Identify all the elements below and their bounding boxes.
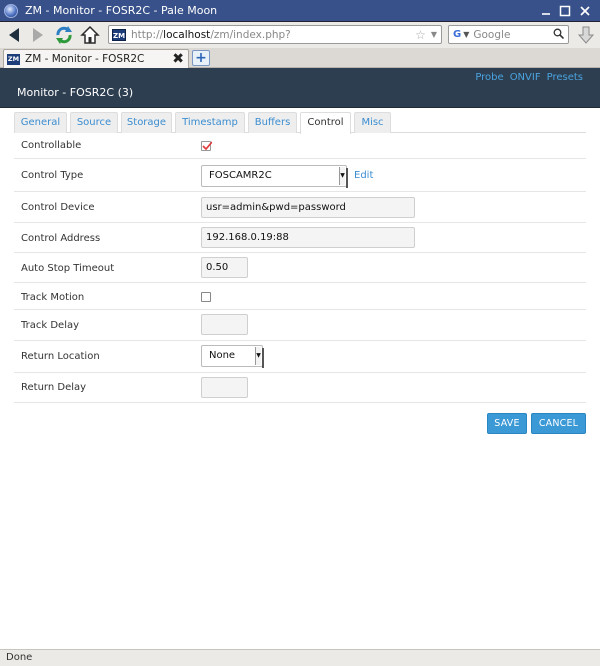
url-text[interactable]: http://localhost/zm/index.php? [131, 29, 415, 41]
control-device-input[interactable]: usr=admin&pwd=password [201, 197, 415, 218]
control-address-label: Control Address [21, 233, 101, 244]
row-control-address: Control Address 192.168.0.19:88 [14, 223, 586, 253]
home-icon[interactable] [80, 25, 100, 45]
controllable-checkbox[interactable] [201, 141, 212, 151]
select-shadow [346, 168, 348, 188]
control-type-select[interactable]: FOSCAMR2C ▼ [201, 165, 348, 188]
forward-icon[interactable] [28, 25, 48, 45]
tab-buffers[interactable]: Buffers [248, 112, 297, 133]
search-engine-dropdown-icon[interactable]: ▼ [463, 30, 469, 39]
back-icon[interactable] [4, 25, 24, 45]
save-button[interactable]: SAVE [487, 413, 527, 434]
browser-tabstrip: ZM ZM - Monitor - FOSR2C ✖ + [0, 48, 600, 68]
auto-stop-timeout-input[interactable]: 0.50 [201, 257, 248, 278]
tab-timestamp[interactable]: Timestamp [175, 112, 245, 133]
row-track-motion: Track Motion [14, 283, 586, 310]
return-delay-label: Return Delay [21, 382, 87, 393]
control-type-value: FOSCAMR2C [209, 170, 272, 181]
control-type-label: Control Type [21, 170, 84, 181]
search-bar[interactable]: G ▼ Google [448, 25, 569, 44]
url-bar[interactable]: ZM http://localhost/zm/index.php? ☆ ▼ [108, 25, 442, 44]
track-motion-label: Track Motion [21, 292, 85, 303]
onvif-link[interactable]: ONVIF [510, 72, 541, 83]
tab-title: ZM - Monitor - FOSR2C [25, 53, 145, 65]
page-header: Probe ONVIF Presets Monitor - FOSR2C (3) [0, 68, 600, 108]
header-links: Probe ONVIF Presets [475, 72, 583, 83]
probe-link[interactable]: Probe [475, 72, 503, 83]
return-location-select[interactable]: None ▼ [201, 345, 264, 368]
search-icon[interactable] [553, 28, 565, 42]
track-delay-label: Track Delay [21, 320, 80, 331]
checkmark-icon [202, 141, 212, 151]
row-control-device: Control Device usr=admin&pwd=password [14, 192, 586, 223]
tab-control[interactable]: Control [300, 112, 351, 134]
window-titlebar: ZM - Monitor - FOSR2C - Pale Moon [0, 0, 600, 22]
auto-stop-timeout-label: Auto Stop Timeout [21, 263, 115, 274]
browser-tab[interactable]: ZM ZM - Monitor - FOSR2C ✖ [3, 49, 189, 68]
row-controllable: Controllable [14, 133, 586, 159]
return-location-label: Return Location [21, 351, 100, 362]
maximize-icon[interactable] [557, 3, 573, 19]
tab-close-icon[interactable]: ✖ [172, 51, 184, 67]
monitor-tabs: General Source Storage Timestamp Buffers… [14, 112, 586, 134]
new-tab-button[interactable]: + [192, 50, 210, 66]
tab-storage[interactable]: Storage [121, 112, 172, 133]
tab-site-icon: ZM [7, 53, 20, 65]
pale-moon-icon [4, 3, 18, 18]
edit-control-link[interactable]: Edit [354, 170, 373, 181]
select-shadow [262, 348, 264, 368]
window-title: ZM - Monitor - FOSR2C - Pale Moon [25, 4, 218, 17]
presets-link[interactable]: Presets [547, 72, 583, 83]
chevron-down-icon: ▼ [255, 347, 261, 365]
minimize-icon[interactable] [538, 3, 554, 19]
return-location-value: None [209, 350, 236, 361]
url-dropdown-icon[interactable]: ▼ [431, 30, 437, 39]
search-input[interactable]: Google [473, 29, 553, 41]
track-motion-checkbox[interactable] [201, 292, 211, 302]
control-address-input[interactable]: 192.168.0.19:88 [201, 227, 415, 248]
tab-source[interactable]: Source [70, 112, 118, 133]
controllable-label: Controllable [21, 140, 82, 151]
bookmark-star-icon[interactable]: ☆ [415, 28, 426, 42]
row-return-delay: Return Delay [14, 373, 586, 403]
reload-icon[interactable] [54, 25, 74, 45]
navigation-toolbar: ZM http://localhost/zm/index.php? ☆ ▼ G … [0, 22, 600, 48]
status-text: Done [6, 652, 33, 663]
control-device-label: Control Device [21, 202, 95, 213]
page-title: Monitor - FOSR2C (3) [17, 86, 134, 99]
return-delay-input[interactable] [201, 377, 248, 398]
google-icon[interactable]: G [453, 29, 461, 40]
download-icon[interactable] [576, 25, 596, 45]
site-icon: ZM [112, 28, 126, 41]
chevron-down-icon: ▼ [339, 167, 345, 185]
track-delay-input[interactable] [201, 314, 248, 335]
tab-misc[interactable]: Misc [354, 112, 391, 133]
tab-general[interactable]: General [14, 112, 67, 133]
row-control-type: Control Type FOSCAMR2C ▼ Edit [14, 159, 586, 192]
status-bar: Done [0, 649, 600, 666]
row-auto-stop-timeout: Auto Stop Timeout 0.50 [14, 253, 586, 283]
row-return-location: Return Location None ▼ [14, 341, 586, 373]
row-track-delay: Track Delay [14, 310, 586, 341]
close-window-icon[interactable] [577, 3, 593, 19]
cancel-button[interactable]: CANCEL [531, 413, 586, 434]
